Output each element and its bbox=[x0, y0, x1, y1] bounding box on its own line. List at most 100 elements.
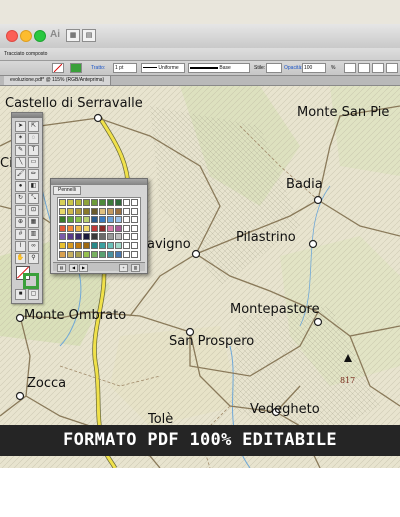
color-swatch[interactable] bbox=[91, 250, 98, 258]
color-swatch[interactable] bbox=[123, 250, 130, 258]
color-swatch[interactable] bbox=[107, 216, 114, 224]
screen-mode-icon[interactable]: ▢ bbox=[28, 289, 39, 300]
color-swatch[interactable] bbox=[131, 216, 138, 224]
transform-icon[interactable] bbox=[372, 63, 384, 73]
color-swatch[interactable] bbox=[67, 242, 74, 249]
width-tool-icon[interactable]: ⇔ bbox=[15, 205, 26, 216]
color-swatch[interactable] bbox=[115, 250, 122, 258]
color-swatch[interactable] bbox=[99, 242, 106, 249]
eraser-tool-icon[interactable]: ◧ bbox=[28, 181, 39, 192]
color-swatch[interactable] bbox=[91, 199, 98, 206]
eyedropper-tool-icon[interactable]: ⌇ bbox=[15, 241, 26, 252]
opacity-label[interactable]: Opacità: bbox=[284, 65, 303, 71]
pen-tool-icon[interactable]: ✎ bbox=[15, 145, 26, 156]
minimize-window-button[interactable] bbox=[20, 30, 32, 42]
map-canvas[interactable]: Castello di Serravalle Monte San Pie Bad… bbox=[0, 86, 400, 468]
color-swatch[interactable] bbox=[67, 207, 74, 215]
line-tool-icon[interactable]: ╲ bbox=[15, 157, 26, 168]
color-swatch[interactable] bbox=[131, 233, 138, 241]
color-swatch[interactable] bbox=[107, 199, 114, 206]
perspective-grid-tool-icon[interactable]: ▦ bbox=[28, 217, 39, 228]
color-swatch[interactable] bbox=[91, 224, 98, 232]
color-swatch[interactable] bbox=[115, 216, 122, 224]
color-swatch[interactable] bbox=[75, 242, 82, 249]
color-swatch[interactable] bbox=[123, 224, 130, 232]
color-swatch[interactable] bbox=[83, 199, 90, 206]
color-swatch[interactable] bbox=[123, 199, 130, 206]
color-swatch[interactable] bbox=[59, 224, 66, 232]
fill-color-button[interactable] bbox=[52, 63, 64, 73]
new-brush-icon[interactable]: + bbox=[119, 264, 128, 272]
direct-selection-tool-icon[interactable]: ⇱ bbox=[28, 121, 39, 132]
color-swatch[interactable] bbox=[59, 242, 66, 249]
hand-tool-icon[interactable]: ✋ bbox=[15, 253, 26, 264]
color-swatch[interactable] bbox=[123, 207, 130, 215]
color-swatch[interactable] bbox=[83, 242, 90, 249]
close-window-button[interactable] bbox=[6, 30, 18, 42]
blend-tool-icon[interactable]: ∞ bbox=[28, 241, 39, 252]
color-swatch[interactable] bbox=[115, 224, 122, 232]
color-swatch[interactable] bbox=[67, 233, 74, 241]
color-swatch[interactable] bbox=[75, 224, 82, 232]
color-swatch[interactable] bbox=[67, 216, 74, 224]
color-swatch[interactable] bbox=[115, 233, 122, 241]
free-transform-tool-icon[interactable]: ⊡ bbox=[28, 205, 39, 216]
color-swatch[interactable] bbox=[123, 242, 130, 249]
rotate-tool-icon[interactable]: ↻ bbox=[15, 193, 26, 204]
color-swatch[interactable] bbox=[123, 216, 130, 224]
color-swatch[interactable] bbox=[115, 199, 122, 206]
color-swatch[interactable] bbox=[91, 216, 98, 224]
stroke-label[interactable]: Tratto: bbox=[91, 65, 105, 71]
color-swatch[interactable] bbox=[75, 233, 82, 241]
color-swatch[interactable] bbox=[107, 207, 114, 215]
color-swatch[interactable] bbox=[99, 224, 106, 232]
magic-wand-tool-icon[interactable]: ✶ bbox=[15, 133, 26, 144]
color-swatch[interactable] bbox=[99, 207, 106, 215]
align-icon[interactable] bbox=[358, 63, 370, 73]
stroke-color-button[interactable] bbox=[70, 63, 82, 73]
color-swatch[interactable] bbox=[91, 233, 98, 241]
opacity-field[interactable]: 100 bbox=[302, 63, 326, 73]
color-swatch[interactable] bbox=[99, 233, 106, 241]
color-swatch[interactable] bbox=[131, 224, 138, 232]
color-swatch[interactable] bbox=[131, 242, 138, 249]
color-swatch[interactable] bbox=[131, 199, 138, 206]
color-swatch[interactable] bbox=[107, 233, 114, 241]
color-swatch[interactable] bbox=[59, 233, 66, 241]
trash-icon[interactable]: ▥ bbox=[131, 264, 140, 272]
color-swatch[interactable] bbox=[59, 250, 66, 258]
color-swatch[interactable] bbox=[107, 250, 114, 258]
color-swatch[interactable] bbox=[131, 207, 138, 215]
pencil-tool-icon[interactable]: ✏ bbox=[28, 169, 39, 180]
bridge-icon[interactable]: ▦ bbox=[66, 29, 80, 42]
lasso-tool-icon[interactable]: ◌ bbox=[28, 133, 39, 144]
color-swatch[interactable] bbox=[83, 216, 90, 224]
color-swatch[interactable] bbox=[123, 233, 130, 241]
paintbrush-tool-icon[interactable]: 🖌 bbox=[15, 169, 26, 180]
panel-tab[interactable]: Pennelli bbox=[53, 186, 81, 195]
color-swatch[interactable] bbox=[75, 216, 82, 224]
color-swatch[interactable] bbox=[91, 207, 98, 215]
shape-builder-tool-icon[interactable]: ⊕ bbox=[15, 217, 26, 228]
zoom-tool-icon[interactable]: ⚲ bbox=[28, 253, 39, 264]
next-icon[interactable]: ▶ bbox=[79, 264, 88, 272]
panel-header[interactable] bbox=[51, 179, 147, 185]
rectangle-tool-icon[interactable]: ▭ bbox=[28, 157, 39, 168]
maximize-window-button[interactable] bbox=[34, 30, 46, 42]
type-tool-icon[interactable]: T bbox=[28, 145, 39, 156]
library-menu-icon[interactable]: ▤ bbox=[57, 264, 66, 272]
variable-width-profile-select[interactable]: Uniforme bbox=[141, 63, 185, 73]
color-swatch[interactable] bbox=[115, 242, 122, 249]
color-mode-icon[interactable]: ■ bbox=[15, 289, 26, 300]
color-swatch[interactable] bbox=[99, 250, 106, 258]
color-swatch[interactable] bbox=[99, 199, 106, 206]
color-swatch[interactable] bbox=[75, 250, 82, 258]
color-swatch[interactable] bbox=[59, 216, 66, 224]
previous-icon[interactable]: ◀ bbox=[69, 264, 78, 272]
scale-tool-icon[interactable]: ⤡ bbox=[28, 193, 39, 204]
color-swatch[interactable] bbox=[107, 224, 114, 232]
color-swatch[interactable] bbox=[91, 242, 98, 249]
color-swatch[interactable] bbox=[83, 233, 90, 241]
blob-brush-tool-icon[interactable]: ● bbox=[15, 181, 26, 192]
color-swatch[interactable] bbox=[75, 199, 82, 206]
